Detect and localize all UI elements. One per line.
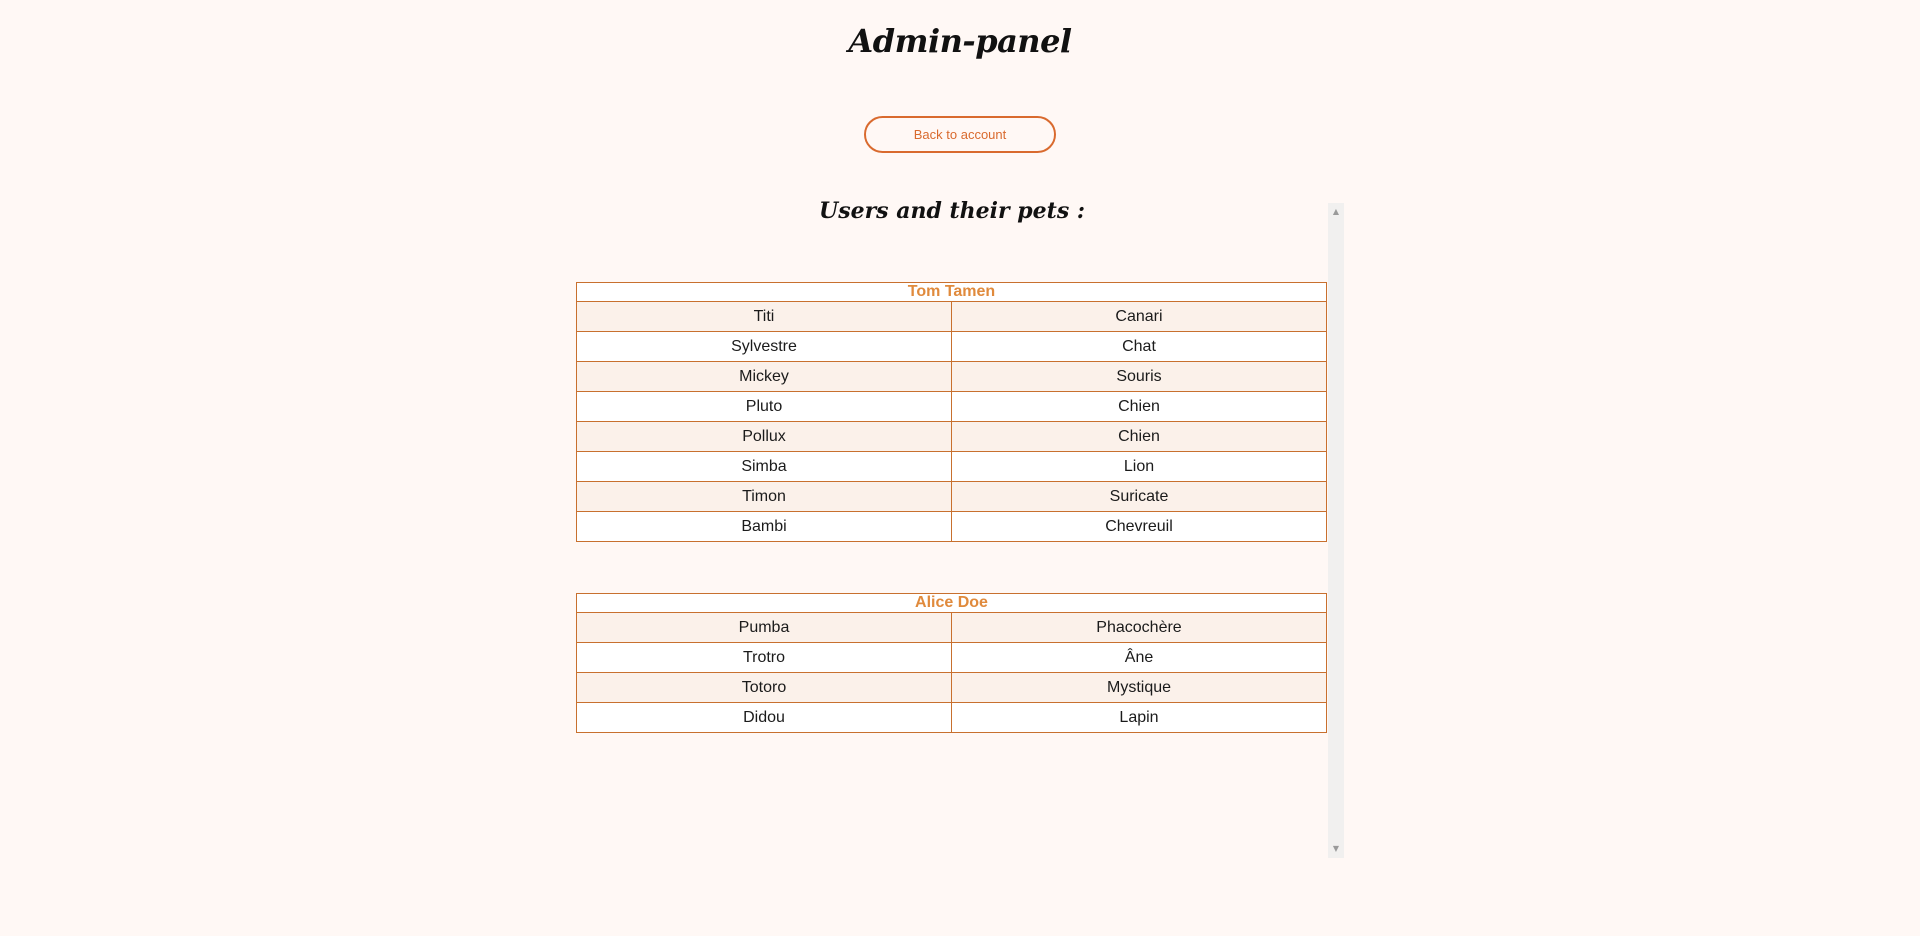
pet-name: Pluto — [576, 391, 952, 422]
owner-name: Alice Doe — [576, 593, 1327, 613]
pet-name: Pollux — [576, 421, 952, 452]
pet-name: Trotro — [576, 642, 952, 673]
table-row: Didou Lapin — [576, 702, 1327, 733]
table-row: Pollux Chien — [576, 421, 1327, 452]
table-row: Pluto Chien — [576, 391, 1327, 422]
pet-name: Titi — [576, 301, 952, 332]
owner-table: Tom Tamen Titi Canari Sylvestre Chat Mic… — [576, 282, 1327, 542]
pet-species: Chien — [951, 391, 1327, 422]
table-row: Timon Suricate — [576, 481, 1327, 512]
pet-species: Chevreuil — [951, 511, 1327, 542]
pet-species: Chien — [951, 421, 1327, 452]
pet-species: Suricate — [951, 481, 1327, 512]
pet-name: Bambi — [576, 511, 952, 542]
pet-name: Sylvestre — [576, 331, 952, 362]
pet-name: Mickey — [576, 361, 952, 392]
owner-name: Tom Tamen — [576, 282, 1327, 302]
section-title: Users and their pets : — [819, 198, 1085, 224]
table-row: Simba Lion — [576, 451, 1327, 482]
pet-species: Lion — [951, 451, 1327, 482]
table-row: Sylvestre Chat — [576, 331, 1327, 362]
table-row: Titi Canari — [576, 301, 1327, 332]
arrow-down-icon[interactable]: ▼ — [1328, 842, 1344, 856]
pet-species: Lapin — [951, 702, 1327, 733]
table-row: Trotro Âne — [576, 642, 1327, 673]
table-row: Bambi Chevreuil — [576, 511, 1327, 542]
vertical-scrollbar[interactable]: ▲ ▼ — [1328, 203, 1344, 858]
pet-species: Canari — [951, 301, 1327, 332]
pet-species: Mystique — [951, 672, 1327, 703]
pet-name: Simba — [576, 451, 952, 482]
owner-header-row: Tom Tamen — [576, 282, 1327, 302]
table-row: Mickey Souris — [576, 361, 1327, 392]
page-title: Admin-panel — [848, 22, 1072, 60]
owner-table: Alice Doe Pumba Phacochère Trotro Âne To… — [576, 593, 1327, 733]
pet-name: Pumba — [576, 612, 952, 643]
pet-name: Totoro — [576, 672, 952, 703]
owner-header-row: Alice Doe — [576, 593, 1327, 613]
pet-name: Timon — [576, 481, 952, 512]
arrow-up-icon[interactable]: ▲ — [1328, 205, 1344, 219]
pet-species: Chat — [951, 331, 1327, 362]
pet-species: Phacochère — [951, 612, 1327, 643]
table-row: Pumba Phacochère — [576, 612, 1327, 643]
pet-name: Didou — [576, 702, 952, 733]
table-row: Totoro Mystique — [576, 672, 1327, 703]
back-to-account-button[interactable]: Back to account — [864, 116, 1056, 153]
pet-species: Âne — [951, 642, 1327, 673]
pet-species: Souris — [951, 361, 1327, 392]
